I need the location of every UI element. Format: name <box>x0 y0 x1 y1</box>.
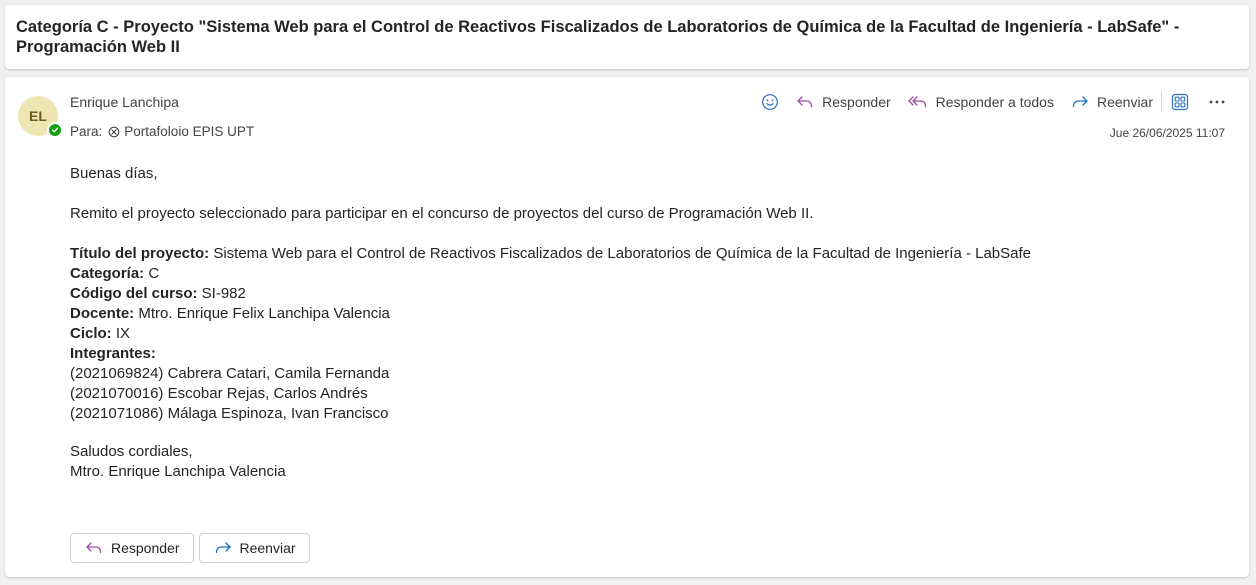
message-body: Buenas días, Remito el proyecto seleccio… <box>70 164 1220 482</box>
email-subject: Categoría C - Proyecto "Sistema Web para… <box>16 18 1180 56</box>
member-item: (2021071086) Málaga Espinoza, Ivan Franc… <box>70 405 389 422</box>
footer-forward-label: Reenviar <box>239 540 296 556</box>
field-value: SI-982 <box>197 285 246 302</box>
reaction-button[interactable] <box>761 93 779 111</box>
apps-button[interactable] <box>1171 93 1189 111</box>
field-members: Integrantes: <box>70 344 1220 364</box>
footer-reply-button[interactable]: Responder <box>70 533 194 563</box>
field-project-title: Título del proyecto: Sistema Web para el… <box>70 244 1220 264</box>
field-label: Docente: <box>70 305 135 322</box>
recipient-name: Portafoloio EPIS UPT <box>124 124 255 139</box>
field-course-code: Código del curso: SI-982 <box>70 284 1220 304</box>
to-label: Para: <box>70 124 103 139</box>
forward-arrow-icon <box>214 540 232 556</box>
smiley-icon <box>761 93 779 111</box>
forward-label: Reenviar <box>1096 94 1153 110</box>
field-label: Título del proyecto: <box>70 245 210 262</box>
recipient-chip[interactable]: Portafoloio EPIS UPT <box>108 124 254 139</box>
footer-actions: Responder Reenviar <box>70 533 310 563</box>
apps-grid-icon <box>1171 93 1189 111</box>
message-toolbar: Responder Responder a todos Reenviar <box>761 91 1225 113</box>
subject-header: Categoría C - Proyecto "Sistema Web para… <box>5 5 1249 69</box>
forward-arrow-icon <box>1071 94 1089 110</box>
field-label: Ciclo: <box>70 325 112 342</box>
field-label: Integrantes: <box>70 345 156 362</box>
presence-available-icon <box>47 122 63 138</box>
reply-button[interactable]: Responder <box>796 94 891 110</box>
member-item: (2021070016) Escobar Rejas, Carlos André… <box>70 385 368 402</box>
field-value: IX <box>111 325 131 342</box>
reply-all-button[interactable]: Responder a todos <box>908 94 1054 110</box>
intro-paragraph: Remito el proyecto seleccionado para par… <box>70 205 814 222</box>
sender-name[interactable]: Enrique Lanchipa <box>70 94 179 110</box>
member-item: (2021069824) Cabrera Catari, Camila Fern… <box>70 365 390 382</box>
field-category: Categoría: C <box>70 264 1220 284</box>
avatar-initials: EL <box>29 108 47 124</box>
reply-all-arrow-icon <box>908 94 928 110</box>
group-blocked-icon <box>108 126 120 138</box>
field-value: C <box>144 265 160 282</box>
field-label: Categoría: <box>70 265 145 282</box>
more-horizontal-icon <box>1209 100 1225 104</box>
more-actions-button[interactable] <box>1209 100 1225 104</box>
toolbar-divider <box>1161 92 1162 112</box>
field-value: Mtro. Enrique Felix Lanchipa Valencia <box>134 305 390 322</box>
message-date: Jue 26/06/2025 11:07 <box>1109 126 1225 140</box>
greeting: Buenas días, <box>70 165 158 182</box>
footer-reply-label: Responder <box>111 540 180 556</box>
field-label: Código del curso: <box>70 285 198 302</box>
signature: Mtro. Enrique Lanchipa Valencia <box>70 463 286 480</box>
footer-forward-button[interactable]: Reenviar <box>198 533 310 563</box>
message-card: EL Enrique Lanchipa Para: Portafoloio EP… <box>5 77 1249 577</box>
reply-arrow-icon <box>85 540 103 556</box>
field-value: Sistema Web para el Control de Reactivos… <box>209 245 1032 262</box>
reply-label: Responder <box>822 94 891 110</box>
field-teacher: Docente: Mtro. Enrique Felix Lanchipa Va… <box>70 304 1220 324</box>
reply-arrow-icon <box>796 94 814 110</box>
avatar[interactable]: EL <box>18 96 63 138</box>
recipients-line: Para: Portafoloio EPIS UPT <box>70 124 254 139</box>
closing: Saludos cordiales, <box>70 443 193 460</box>
forward-button[interactable]: Reenviar <box>1071 94 1153 110</box>
reply-all-label: Responder a todos <box>935 94 1054 110</box>
field-cycle: Ciclo: IX <box>70 324 1220 344</box>
